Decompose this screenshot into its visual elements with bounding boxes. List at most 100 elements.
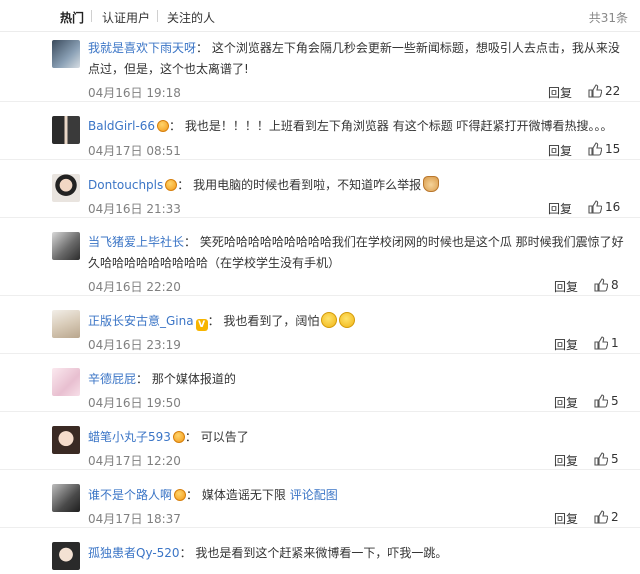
comment-item: 我就是喜欢下雨天呀： 这个浏览器左下角会隔几秒会更新一些新闻标题，想吸引人去点击… <box>0 32 640 102</box>
comment-text: 可以告了 <box>200 430 249 444</box>
tab-verified-users[interactable]: 认证用户 <box>102 9 150 26</box>
comment-username[interactable]: 辛德屁屁 <box>88 372 136 386</box>
avatar[interactable] <box>52 174 80 202</box>
comment-username[interactable]: 孤独患者Qy-520 <box>88 546 180 560</box>
comment-body: 蜡笔小丸子593 ： 可以告了 <box>88 427 628 448</box>
comment-item: 孤独患者Qy-520： 我也是看到这个赶紧来微博看一下，吓我一跳。 <box>0 528 640 574</box>
comment-item: 谁不是个路人啊 ： 媒体造谣无下限 评论配图 04月17日 18:37 回复 2 <box>0 470 640 528</box>
comment-date: 04月16日 22:20 <box>88 280 181 294</box>
comment-text: 媒体造谣无下限 <box>201 488 286 502</box>
comment-username[interactable]: BaldGirl-66 <box>88 119 155 133</box>
comment-date: 04月16日 19:18 <box>88 86 181 100</box>
comment-item: Dontouchpls ： 我用电脑的时候也看到啦，不知道咋么举报 04月16日 … <box>0 160 640 218</box>
reply-button[interactable]: 回复 <box>548 200 572 217</box>
comment-date: 04月17日 18:37 <box>88 512 181 526</box>
like-count: 22 <box>605 84 621 98</box>
colon: ： <box>186 488 202 502</box>
thumbs-up-icon <box>594 394 609 408</box>
thumbs-up-icon <box>594 278 609 292</box>
comment-username[interactable]: 谁不是个路人啊 <box>88 488 172 502</box>
member-badge-icon <box>174 489 187 501</box>
colon: ： <box>196 41 212 55</box>
comment-item: 蜡笔小丸子593 ： 可以告了 04月17日 12:20 回复 5 <box>0 412 640 470</box>
avatar[interactable] <box>52 426 80 454</box>
comment-body: 正版长安古意_Gina V： 我也看到了，阔怕 <box>88 311 628 332</box>
tab-following[interactable]: 关注的人 <box>167 9 215 26</box>
thumbs-up-icon <box>594 452 609 466</box>
comment-body: 孤独患者Qy-520： 我也是看到这个赶紧来微博看一下，吓我一跳。 <box>88 543 628 564</box>
comment-text: 我也看到了，阔怕 <box>223 314 320 328</box>
reply-button[interactable]: 回复 <box>554 452 578 469</box>
like-count: 8 <box>611 278 619 292</box>
thumbs-up-icon <box>588 84 603 98</box>
comment-item: 辛德屁屁： 那个媒体报道的 04月16日 19:50 回复 5 <box>0 354 640 412</box>
comment-body: Dontouchpls ： 我用电脑的时候也看到啦，不知道咋么举报 <box>88 175 628 196</box>
laughing-emoji-icon <box>321 312 338 328</box>
comment-username[interactable]: 当飞猪爱上毕社长 <box>88 235 184 249</box>
member-badge-icon <box>165 179 178 191</box>
like-button[interactable]: 22 <box>588 84 620 98</box>
like-button[interactable]: 5 <box>594 452 619 466</box>
comment-username[interactable]: Dontouchpls <box>88 178 163 192</box>
comment-date: 04月16日 19:50 <box>88 396 181 410</box>
colon: ： <box>207 314 224 328</box>
colon: ： <box>136 372 152 386</box>
colon: ： <box>184 430 201 444</box>
avatar[interactable] <box>52 40 80 68</box>
reply-button[interactable]: 回复 <box>548 142 572 159</box>
reply-button[interactable]: 回复 <box>548 84 572 101</box>
comment-text: 我用电脑的时候也看到啦，不知道咋么举报 <box>193 178 422 192</box>
comment-text: 我也是看到这个赶紧来微博看一下，吓我一跳。 <box>195 546 448 560</box>
comment-tabbar: 热门 认证用户 关注的人 共31条 <box>0 0 640 32</box>
comment-image-link[interactable]: 评论配图 <box>290 488 338 502</box>
thumbs-up-icon <box>588 142 603 156</box>
like-count: 1 <box>611 336 619 350</box>
like-count: 5 <box>611 394 619 408</box>
thumbs-up-icon <box>594 510 609 524</box>
comment-username[interactable]: 正版长安古意_Gina <box>88 314 194 328</box>
like-button[interactable]: 15 <box>588 142 620 156</box>
comment-body: 我就是喜欢下雨天呀： 这个浏览器左下角会隔几秒会更新一些新闻标题，想吸引人去点击… <box>88 38 628 80</box>
reply-button[interactable]: 回复 <box>554 394 578 411</box>
thumbs-up-icon <box>588 200 603 214</box>
tab-divider <box>91 10 92 22</box>
like-button[interactable]: 5 <box>594 394 619 408</box>
comment-item: 正版长安古意_Gina V： 我也看到了，阔怕 04月16日 23:19 回复 1 <box>0 296 640 354</box>
like-count: 15 <box>605 142 621 156</box>
comment-date: 04月16日 21:33 <box>88 202 181 216</box>
comment-username[interactable]: 蜡笔小丸子593 <box>88 430 171 444</box>
comment-username[interactable]: 我就是喜欢下雨天呀 <box>88 41 196 55</box>
avatar[interactable] <box>52 310 80 338</box>
comment-text: 我也是！！！！上班看到左下角浏览器 有这个标题 吓得赶紧打开微博看热搜。。。 <box>184 119 613 133</box>
like-button[interactable]: 16 <box>588 200 620 214</box>
like-button[interactable]: 2 <box>594 510 619 524</box>
verified-badge-icon: V <box>195 319 208 331</box>
avatar[interactable] <box>52 232 80 260</box>
comment-body: BaldGirl-66 ： 我也是！！！！上班看到左下角浏览器 有这个标题 吓得赶… <box>88 116 628 137</box>
reply-button[interactable]: 回复 <box>554 278 578 295</box>
reply-button[interactable]: 回复 <box>554 510 578 527</box>
cat-emoji-icon <box>423 176 440 192</box>
avatar[interactable] <box>52 116 80 144</box>
like-count: 16 <box>605 200 621 214</box>
avatar[interactable] <box>52 542 80 570</box>
member-badge-icon <box>172 431 185 443</box>
like-count: 5 <box>611 452 619 466</box>
comment-date: 04月16日 23:19 <box>88 338 181 352</box>
comment-date: 04月17日 08:51 <box>88 144 181 158</box>
laughing-emoji-icon <box>339 312 356 328</box>
member-badge-icon <box>157 120 170 132</box>
comment-total-count: 共31条 <box>588 11 628 25</box>
comment-item: 当飞猪爱上毕社长： 笑死哈哈哈哈哈哈哈哈哈我们在学校闭网的时候也是这个瓜 那时候… <box>0 218 640 296</box>
tab-hot[interactable]: 热门 <box>60 9 84 26</box>
comment-text: 那个媒体报道的 <box>151 372 236 386</box>
tab-divider <box>157 10 158 22</box>
comment-body: 辛德屁屁： 那个媒体报道的 <box>88 369 628 390</box>
like-button[interactable]: 1 <box>594 336 619 350</box>
avatar[interactable] <box>52 484 80 512</box>
reply-button[interactable]: 回复 <box>554 336 578 353</box>
like-button[interactable]: 8 <box>594 278 619 292</box>
colon: ： <box>177 178 194 192</box>
comment-date: 04月17日 12:20 <box>88 454 181 468</box>
avatar[interactable] <box>52 368 80 396</box>
